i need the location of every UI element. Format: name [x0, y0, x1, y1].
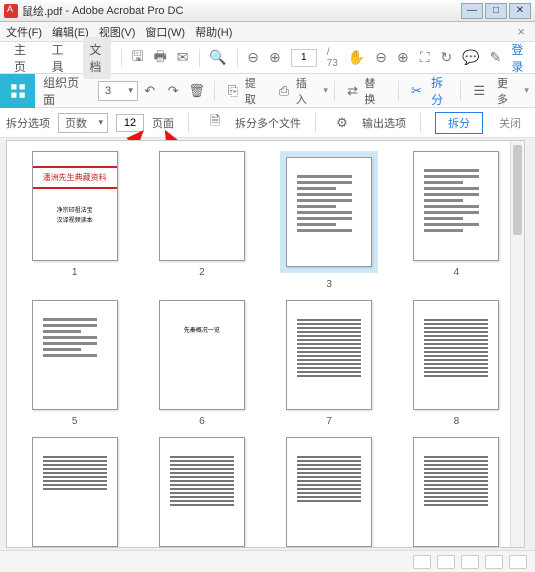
page-number-input[interactable]: [291, 49, 317, 67]
page-thumb[interactable]: 5: [19, 300, 130, 427]
title-filename: 鼠绘.pdf: [22, 3, 62, 19]
page-number: 5: [72, 416, 78, 427]
vertical-scrollbar[interactable]: [510, 141, 524, 547]
next-page-icon[interactable]: ⊕: [269, 49, 281, 67]
page-number: 7: [326, 416, 332, 427]
status-icon[interactable]: [413, 555, 431, 569]
search-icon[interactable]: 🔍: [209, 49, 226, 67]
status-icon[interactable]: [437, 555, 455, 569]
output-icon[interactable]: ⚙: [332, 113, 352, 133]
status-icon[interactable]: [485, 555, 503, 569]
status-bar: [0, 550, 535, 572]
menu-bar: 文件(F) 编辑(E) 视图(V) 窗口(W) 帮助(H) ×: [0, 22, 535, 42]
page-number: 8: [454, 416, 460, 427]
page-number: 3: [326, 279, 332, 290]
zoom-in-icon[interactable]: ⊕: [397, 49, 409, 67]
minimize-button[interactable]: —: [461, 3, 483, 19]
delete-icon[interactable]: 🗑: [187, 81, 207, 101]
menu-window[interactable]: 窗口(W): [145, 24, 185, 40]
page-thumb[interactable]: 11: [274, 437, 385, 548]
tab-close-icon[interactable]: ×: [513, 24, 529, 39]
page-thumb[interactable]: 8: [401, 300, 512, 427]
print-icon[interactable]: 🖶: [154, 49, 167, 67]
menu-help[interactable]: 帮助(H): [195, 24, 232, 40]
page-number: 6: [199, 416, 205, 427]
split-multi-label[interactable]: 拆分多个文件: [235, 115, 301, 131]
comment-icon[interactable]: 💬: [462, 49, 479, 67]
replace-label[interactable]: 替换: [364, 75, 385, 107]
title-appname: Adobe Acrobat Pro DC: [72, 5, 183, 17]
mail-icon[interactable]: ✉: [177, 49, 189, 67]
hand-icon[interactable]: ✋: [348, 49, 365, 67]
rotate-cw-icon[interactable]: ↷: [163, 81, 183, 101]
page-thumb[interactable]: 7: [274, 300, 385, 427]
more-label[interactable]: 更多: [497, 75, 518, 107]
organize-label: 组织页面: [35, 74, 98, 108]
extract-label[interactable]: 提取: [245, 75, 266, 107]
page-thumb[interactable]: 先秦概况一览 6: [146, 300, 257, 427]
close-button[interactable]: ✕: [509, 3, 531, 19]
replace-icon[interactable]: ⇄: [343, 81, 363, 101]
split-options-bar: 拆分选项 页数 页面 🗎 拆分多个文件 ⚙ 输出选项 拆分 关闭: [0, 108, 535, 138]
main-toolbar: 主页 工具 文档 🖫 🖶 ✉ 🔍 ⊖ ⊕ / 73 ✋ ⊖ ⊕ ⛶ ↻ 💬 ✎ …: [0, 42, 535, 74]
page-dropdown[interactable]: 3: [98, 81, 138, 101]
extract-icon[interactable]: ⎘: [223, 81, 243, 101]
organize-pages-icon[interactable]: [0, 74, 35, 108]
multi-file-icon[interactable]: 🗎: [205, 113, 225, 133]
rotate-icon[interactable]: ↻: [441, 49, 453, 67]
prev-page-icon[interactable]: ⊖: [247, 49, 259, 67]
page-thumb-selected[interactable]: 3: [274, 151, 385, 290]
page-thumb[interactable]: 2: [146, 151, 257, 290]
split-close-button[interactable]: 关闭: [491, 113, 529, 133]
page-thumb[interactable]: 9: [19, 437, 130, 548]
split-label: 拆分: [431, 74, 454, 108]
page-number: 1: [72, 267, 78, 278]
split-count-input[interactable]: [116, 114, 144, 132]
page1-title: 潘洲先生典藏资料: [33, 166, 117, 189]
split-option-label: 拆分选项: [6, 115, 50, 131]
fit-icon[interactable]: ⛶: [419, 49, 431, 67]
zoom-out-icon[interactable]: ⊖: [375, 49, 387, 67]
insert-icon[interactable]: ⎙: [274, 81, 294, 101]
window-titlebar: 鼠绘.pdf - Adobe Acrobat Pro DC — □ ✕: [0, 0, 535, 22]
page-thumb[interactable]: 12: [401, 437, 512, 548]
app-icon: [4, 4, 18, 18]
status-icon[interactable]: [461, 555, 479, 569]
status-icon[interactable]: [509, 555, 527, 569]
page-number: 2: [199, 267, 205, 278]
page-number: 4: [454, 267, 460, 278]
split-button[interactable]: 拆分: [435, 112, 483, 134]
maximize-button[interactable]: □: [485, 3, 507, 19]
output-options-label[interactable]: 输出选项: [362, 115, 406, 131]
split-mode-dropdown[interactable]: 页数: [58, 113, 108, 133]
page-thumb[interactable]: 10: [146, 437, 257, 548]
login-link[interactable]: 登录: [511, 41, 527, 75]
tab-home[interactable]: 主页: [8, 37, 36, 79]
scissors-icon: ✂: [407, 81, 426, 101]
split-tool[interactable]: ✂ 拆分: [405, 74, 455, 108]
sign-icon[interactable]: ✎: [490, 49, 502, 67]
more-icon[interactable]: ☰: [469, 81, 489, 101]
thumbnail-panel: 潘洲先生典藏资料 净宗印祖法宝汉译视频读本 1 2 3 4 5: [6, 140, 525, 548]
tab-document[interactable]: 文档: [83, 37, 111, 79]
page-total: / 73: [327, 47, 338, 69]
split-unit-label: 页面: [152, 115, 174, 131]
page-thumb[interactable]: 4: [401, 151, 512, 290]
tab-tools[interactable]: 工具: [46, 37, 74, 79]
save-icon[interactable]: 🖫: [132, 49, 144, 67]
insert-label[interactable]: 插入: [296, 75, 317, 107]
rotate-ccw-icon[interactable]: ↶: [140, 81, 160, 101]
page-thumb[interactable]: 潘洲先生典藏资料 净宗印祖法宝汉译视频读本 1: [19, 151, 130, 290]
organize-toolbar: 组织页面 3 ↶ ↷ 🗑 ⎘ 提取 ⎙ 插入 ▾ ⇄ 替换 ✂ 拆分 ☰ 更多 …: [0, 74, 535, 108]
